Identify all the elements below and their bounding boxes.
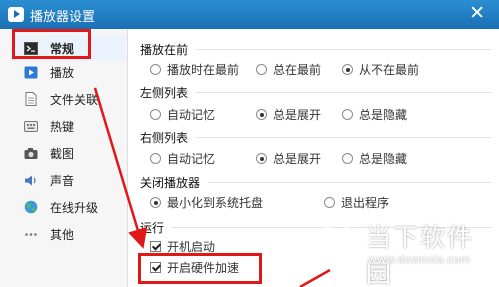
- arrow-down: [93, 87, 148, 249]
- watermark-url: www.downxia.com: [368, 253, 471, 266]
- watermark-logo-icon: [319, 214, 355, 266]
- watermark: 当下软件园 www.downxia.com: [312, 210, 499, 287]
